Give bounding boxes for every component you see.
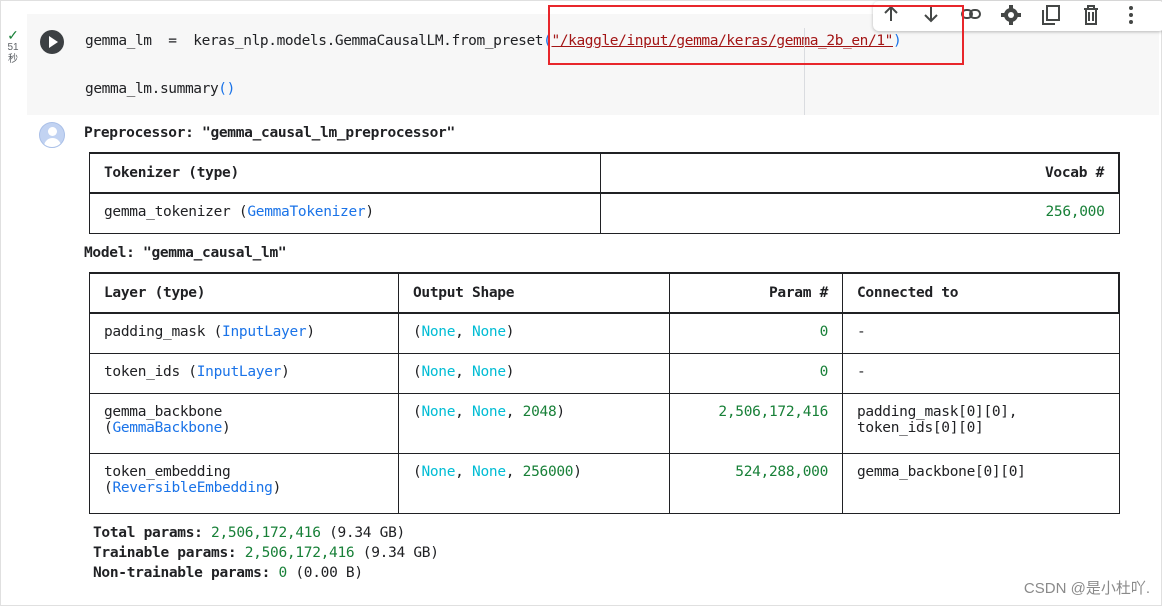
paren: ): [893, 33, 902, 49]
layer-table: Layer (type) Output Shape Param # Connec…: [89, 272, 1120, 514]
table-row: gemma_backbone (GemmaBackbone) (None, Non…: [89, 392, 1120, 454]
execution-status: ✓ 51 秒: [0, 28, 26, 66]
param-cell: 0: [669, 312, 843, 354]
table-header: Output Shape: [398, 272, 670, 314]
code-text: gemma_lm.summary: [85, 81, 219, 97]
table-row: padding_mask (InputLayer) (None, None) 0…: [89, 312, 1120, 354]
shape-cell: (None, None): [398, 352, 670, 394]
nontrainable-params-line: Non-trainable params: 0 (0.00 B): [93, 565, 363, 581]
watermark: CSDN @是小杜吖.: [1023, 580, 1150, 597]
table-header: Tokenizer (type): [89, 152, 601, 194]
connected-cell: padding_mask[0][0], token_ids[0][0]: [842, 392, 1120, 454]
param-cell: 2,506,172,416: [669, 392, 843, 454]
preprocessor-heading: Preprocessor: "gemma_causal_lm_preproces…: [84, 125, 455, 141]
trainable-params-line: Trainable params: 2,506,172,416 (9.34 GB…: [93, 545, 439, 561]
layer-cell: token_ids (InputLayer): [89, 352, 399, 394]
arrow-up-icon[interactable]: [879, 4, 903, 28]
table-header: Layer (type): [89, 272, 399, 314]
tokenizer-name-cell: gemma_tokenizer (GemmaTokenizer): [89, 192, 601, 234]
table-header: Connected to: [842, 272, 1120, 314]
model-heading: Model: "gemma_causal_lm": [84, 245, 287, 261]
table-row: token_ids (InputLayer) (None, None) 0 -: [89, 352, 1120, 394]
code-text: gemma_lm = keras_nlp.models.GemmaCausalL…: [85, 33, 544, 49]
vocab-cell: 256,000: [600, 192, 1120, 234]
table-header: Param #: [669, 272, 843, 314]
output-avatar-icon[interactable]: [39, 122, 65, 148]
copy-icon[interactable]: [1039, 4, 1063, 28]
shape-cell: (None, None, 256000): [398, 452, 670, 514]
table-row: token_embedding (ReversibleEmbedding) (No…: [89, 452, 1120, 514]
shape-cell: (None, None, 2048): [398, 392, 670, 454]
shape-cell: (None, None): [398, 312, 670, 354]
param-cell: 524,288,000: [669, 452, 843, 514]
link-icon[interactable]: [959, 4, 983, 28]
param-cell: 0: [669, 352, 843, 394]
arrow-down-icon[interactable]: [919, 4, 943, 28]
run-cell-button[interactable]: [40, 30, 64, 54]
path-string: "/kaggle/input/gemma/keras/gemma_2b_en/1…: [551, 33, 894, 49]
gear-icon[interactable]: [999, 4, 1023, 28]
layer-cell: gemma_backbone (GemmaBackbone): [89, 392, 399, 454]
trash-icon[interactable]: [1079, 4, 1103, 28]
layer-cell: padding_mask (InputLayer): [89, 312, 399, 354]
tokenizer-table: Tokenizer (type) Vocab # gemma_tokenizer…: [89, 152, 1120, 234]
table-row: gemma_tokenizer (GemmaTokenizer) 256,000: [89, 192, 1120, 234]
layer-cell: token_embedding (ReversibleEmbedding): [89, 452, 399, 514]
paren: (): [218, 81, 235, 97]
column-ruler: [804, 28, 805, 115]
connected-cell: gemma_backbone[0][0]: [842, 452, 1120, 514]
code-cell: gemma_lm = keras_nlp.models.GemmaCausalL…: [27, 1, 1162, 598]
connected-cell: -: [842, 352, 1120, 394]
play-icon: [49, 36, 58, 48]
execution-time: 51: [7, 42, 19, 53]
code-line-1[interactable]: gemma_lm = keras_nlp.models.GemmaCausalL…: [85, 33, 902, 49]
cell-toolbar: [873, 1, 1162, 31]
table-header: Vocab #: [600, 152, 1120, 194]
connected-cell: -: [842, 312, 1120, 354]
total-params-line: Total params: 2,506,172,416 (9.34 GB): [93, 525, 405, 541]
more-vert-icon[interactable]: [1119, 4, 1143, 28]
check-icon: ✓: [7, 27, 19, 43]
code-line-2[interactable]: gemma_lm.summary(): [85, 81, 235, 97]
execution-time-unit: 秒: [8, 54, 18, 65]
